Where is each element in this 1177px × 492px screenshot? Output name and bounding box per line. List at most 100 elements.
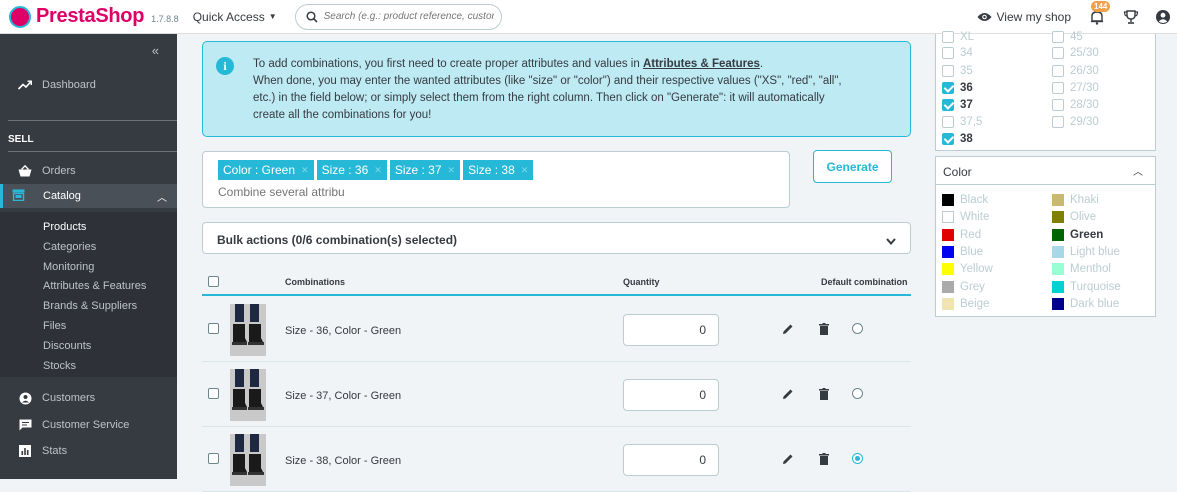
search-box[interactable] (294, 3, 502, 30)
color-swatch[interactable] (1052, 211, 1064, 224)
color-swatch[interactable] (1052, 194, 1064, 206)
color-option[interactable]: Olive (1052, 211, 1096, 224)
generate-button[interactable]: Generate (813, 150, 892, 183)
pencil-icon[interactable] (782, 387, 794, 405)
option-checkbox[interactable] (1052, 82, 1064, 94)
select-all-checkbox[interactable] (208, 276, 219, 287)
remove-tag-icon[interactable]: ✕ (301, 160, 309, 180)
color-swatch[interactable] (942, 194, 954, 206)
size-option[interactable]: 37,5 (942, 116, 982, 128)
submenu-item-stocks[interactable]: Stocks (43, 360, 76, 372)
size-option[interactable]: 45 (1052, 31, 1083, 43)
logo[interactable]: PrestaShop 1.7.8.8 (9, 5, 179, 28)
color-swatch[interactable] (942, 263, 954, 276)
collapse-sidebar-icon[interactable]: « (152, 43, 159, 58)
row-checkbox[interactable] (208, 453, 219, 464)
color-swatch[interactable] (1052, 297, 1064, 310)
color-swatch[interactable] (1052, 263, 1064, 276)
quantity-input[interactable] (623, 444, 719, 476)
color-panel-header[interactable]: Color ︿ (936, 157, 1155, 185)
option-checkbox[interactable] (1052, 116, 1064, 128)
attribute-search-input[interactable] (218, 185, 518, 199)
page-scrollbar[interactable] (1166, 34, 1177, 479)
size-option[interactable]: 29/30 (1052, 116, 1099, 128)
sidebar-item-catalog[interactable]: Catalog ︿ (0, 184, 177, 208)
size-option[interactable]: 35 (942, 65, 973, 77)
default-combination-radio[interactable] (852, 453, 863, 464)
option-checkbox[interactable] (1052, 31, 1064, 43)
remove-tag-icon[interactable]: ✕ (521, 160, 529, 180)
color-option[interactable]: Blue (942, 245, 983, 258)
remove-tag-icon[interactable]: ✕ (448, 160, 456, 180)
size-option[interactable]: 34 (942, 47, 973, 59)
notifications-button[interactable]: 144 (1089, 1, 1111, 25)
color-option[interactable]: Grey (942, 280, 985, 293)
default-combination-radio[interactable] (852, 388, 863, 399)
default-combination-radio[interactable] (852, 323, 863, 334)
option-checkbox[interactable] (942, 99, 954, 111)
submenu-item-brands-suppliers[interactable]: Brands & Suppliers (43, 300, 137, 312)
sidebar-item-customer-service[interactable]: Customer Service (18, 418, 129, 432)
row-checkbox[interactable] (208, 323, 219, 334)
option-checkbox[interactable] (942, 31, 954, 43)
option-checkbox[interactable] (942, 82, 954, 94)
option-checkbox[interactable] (1052, 99, 1064, 111)
size-option[interactable]: 38 (942, 133, 973, 145)
quantity-input[interactable] (623, 314, 719, 346)
option-checkbox[interactable] (942, 65, 954, 77)
sidebar-item-customers[interactable]: Customers (18, 391, 95, 405)
account-button[interactable] (1155, 9, 1171, 25)
size-option[interactable]: 37 (942, 99, 973, 111)
color-option[interactable]: Menthol (1052, 263, 1111, 276)
row-checkbox[interactable] (208, 388, 219, 399)
option-checkbox[interactable] (1052, 65, 1064, 77)
color-swatch[interactable] (1052, 245, 1064, 258)
submenu-item-monitoring[interactable]: Monitoring (43, 261, 94, 273)
sidebar-item-stats[interactable]: Stats (18, 444, 67, 458)
color-option[interactable]: Beige (942, 297, 989, 310)
submenu-item-attributes-features[interactable]: Attributes & Features (43, 280, 146, 292)
size-option[interactable]: 36 (942, 82, 973, 94)
color-option[interactable]: Turquoise (1052, 280, 1121, 293)
option-checkbox[interactable] (1052, 47, 1064, 59)
size-option[interactable]: XL (942, 31, 974, 43)
search-input[interactable] (323, 11, 494, 22)
color-option[interactable]: Yellow (942, 263, 993, 276)
size-option[interactable]: 28/30 (1052, 99, 1099, 111)
sidebar-item-dashboard[interactable]: Dashboard (18, 78, 96, 92)
trash-icon[interactable] (819, 387, 829, 405)
color-option[interactable]: Dark blue (1052, 297, 1119, 310)
color-swatch[interactable] (942, 228, 954, 241)
remove-tag-icon[interactable]: ✕ (374, 160, 382, 180)
color-swatch[interactable] (1052, 228, 1064, 241)
color-swatch[interactable] (942, 280, 954, 293)
color-swatch[interactable] (942, 245, 954, 258)
color-option[interactable]: Khaki (1052, 194, 1099, 206)
view-my-shop-link[interactable]: View my shop (977, 10, 1071, 24)
pencil-icon[interactable] (782, 322, 794, 340)
size-option[interactable]: 27/30 (1052, 82, 1099, 94)
attributes-features-link[interactable]: Attributes & Features (643, 58, 760, 70)
trash-icon[interactable] (819, 452, 829, 470)
trophy-button[interactable] (1123, 9, 1139, 25)
option-checkbox[interactable] (942, 133, 954, 145)
color-swatch[interactable] (942, 211, 954, 224)
sidebar-item-orders[interactable]: Orders (18, 164, 76, 178)
color-option[interactable]: Light blue (1052, 245, 1120, 258)
color-option[interactable]: Red (942, 228, 981, 241)
color-option[interactable]: Black (942, 194, 988, 206)
submenu-item-discounts[interactable]: Discounts (43, 340, 91, 352)
size-option[interactable]: 25/30 (1052, 47, 1099, 59)
color-option[interactable]: Green (1052, 228, 1103, 241)
quantity-input[interactable] (623, 379, 719, 411)
quick-access-dropdown[interactable]: Quick Access ▼ (193, 10, 277, 24)
size-option[interactable]: 26/30 (1052, 65, 1099, 77)
submenu-item-categories[interactable]: Categories (43, 241, 96, 253)
color-option[interactable]: White (942, 211, 989, 224)
pencil-icon[interactable] (782, 452, 794, 470)
trash-icon[interactable] (819, 322, 829, 340)
color-swatch[interactable] (1052, 280, 1064, 293)
attributes-tag-field[interactable]: Color : Green ✕ Size : 36 ✕ Size : 37 ✕ Siz… (202, 151, 790, 208)
submenu-item-files[interactable]: Files (43, 320, 66, 332)
option-checkbox[interactable] (942, 116, 954, 128)
